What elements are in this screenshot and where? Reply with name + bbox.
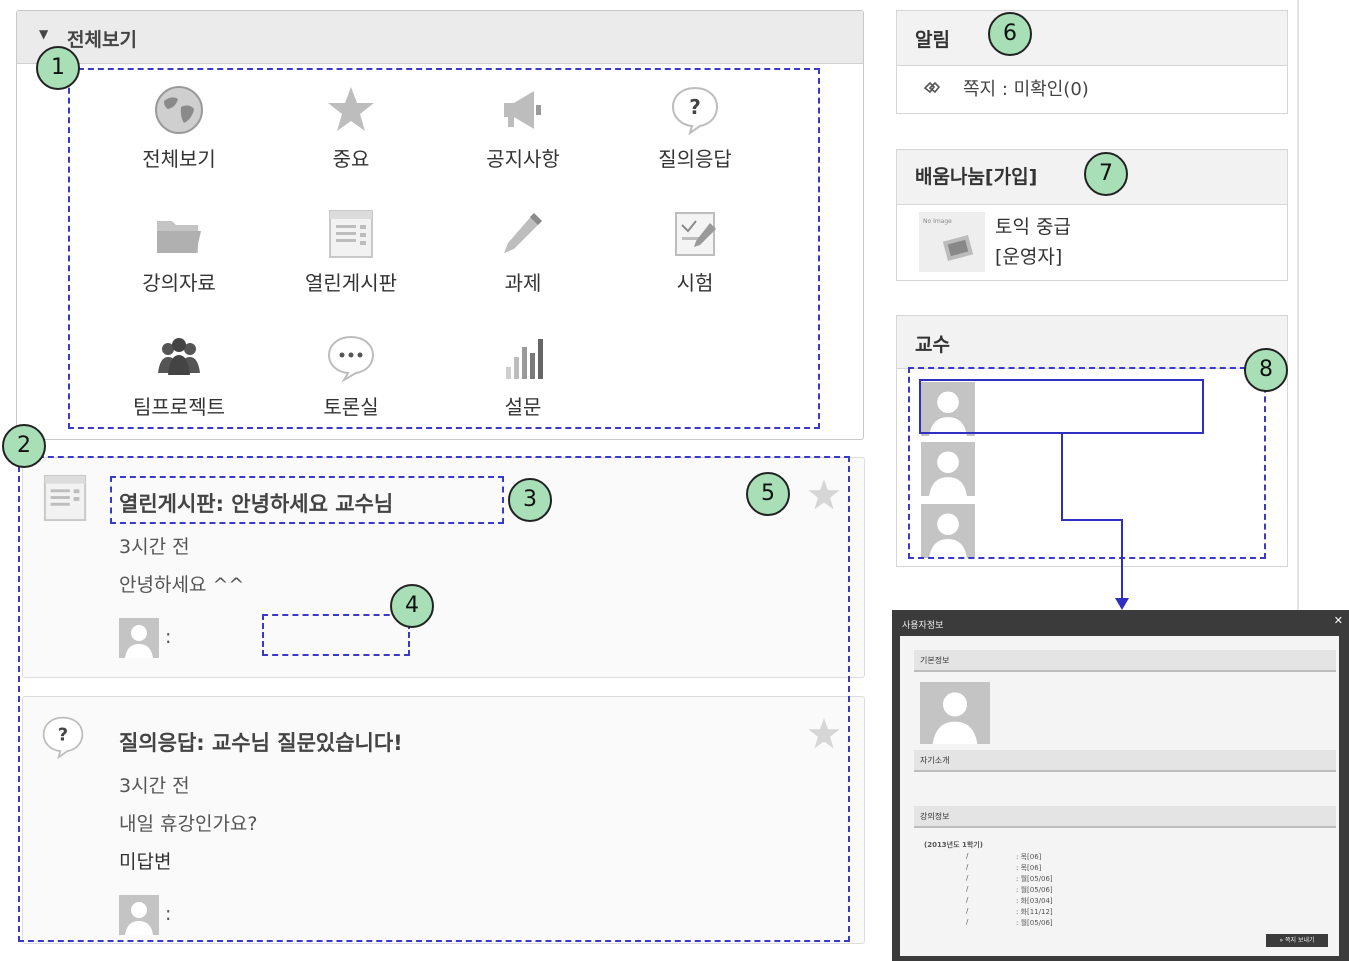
- send-message-button[interactable]: » 쪽지 보내기: [1266, 934, 1328, 947]
- close-icon[interactable]: ✕: [1334, 614, 1343, 627]
- professor-header: 교수: [897, 316, 1287, 369]
- annotation-badge-7: 7: [1084, 152, 1128, 196]
- lecture-time: : 월[05/06]: [1016, 875, 1053, 883]
- term-label: (2013년도 1학기): [924, 841, 983, 849]
- lecture-slash: /: [966, 885, 969, 893]
- no-image-text: No Image: [923, 218, 952, 225]
- popup-body: 기본정보 자기소개 강의정보 (2013년도 1학기) / : 목[06] / …: [900, 636, 1339, 956]
- lecture-slash: /: [966, 874, 969, 882]
- annotation-badge-6: 6: [988, 12, 1032, 56]
- image-placeholder-icon: [942, 234, 974, 262]
- connector-arrow: [1061, 432, 1129, 610]
- all-view-header[interactable]: ▼ 전체보기: [17, 11, 863, 64]
- annotation-box-4: [262, 614, 410, 656]
- annotation-badge-8: 8: [1244, 348, 1288, 392]
- lecture-slash: /: [966, 896, 969, 904]
- group-name[interactable]: 토익 중급: [995, 212, 1071, 239]
- notice-box: 알림 쪽지 : 미확인(0): [896, 10, 1288, 114]
- annotation-badge-5: 5: [746, 472, 790, 516]
- popup-title: 사용자정보: [902, 621, 944, 631]
- learning-share-title: 배움나눔[가입]: [915, 166, 1038, 188]
- group-thumbnail[interactable]: No Image: [919, 212, 985, 272]
- professor-title: 교수: [915, 334, 950, 356]
- group-role: [운영자]: [995, 246, 1063, 268]
- lecture-time: : 화[11/12]: [1016, 908, 1053, 916]
- message-status-link[interactable]: 쪽지 : 미확인(0): [963, 75, 1089, 101]
- lecture-slash: /: [966, 852, 969, 860]
- annotation-box-3: [110, 476, 504, 524]
- lecture-slash: /: [966, 863, 969, 871]
- collapse-triangle-icon[interactable]: ▼: [39, 27, 48, 41]
- user-info-popup: 사용자정보 ✕ 기본정보 자기소개 강의정보 (2013년도 1학기) / : …: [892, 610, 1349, 961]
- lecture-slash: /: [966, 907, 969, 915]
- annotation-badge-1: 1: [36, 46, 80, 90]
- column-divider: [1297, 0, 1299, 610]
- notice-header: 알림: [897, 11, 1287, 66]
- section-label: 강의정보: [920, 812, 950, 821]
- lecture-time: : 월[05/06]: [1016, 919, 1053, 927]
- annotation-badge-3: 3: [508, 478, 552, 522]
- link-icon: [923, 81, 941, 94]
- user-silhouette-icon: [932, 692, 978, 744]
- annotation-box-2: [18, 456, 850, 942]
- annotation-box-1: [68, 68, 820, 429]
- annotation-badge-2: 2: [2, 424, 46, 468]
- section-label: 자기소개: [920, 756, 950, 765]
- notice-title: 알림: [915, 29, 950, 51]
- lecture-slash: /: [966, 918, 969, 926]
- lecture-time: : 월[05/06]: [1016, 886, 1053, 894]
- annotation-badge-4: 4: [390, 584, 434, 628]
- section-basic-info: 기본정보: [914, 650, 1336, 672]
- section-label: 기본정보: [920, 656, 950, 665]
- all-view-title: 전체보기: [67, 29, 137, 51]
- section-self-intro: 자기소개: [914, 750, 1336, 772]
- lecture-time: : 화[03/04]: [1016, 897, 1053, 905]
- lecture-time: : 목[06]: [1016, 864, 1042, 872]
- section-lecture-info: 강의정보: [914, 806, 1336, 828]
- popup-avatar: [920, 682, 990, 744]
- lecture-time: : 목[06]: [1016, 853, 1042, 861]
